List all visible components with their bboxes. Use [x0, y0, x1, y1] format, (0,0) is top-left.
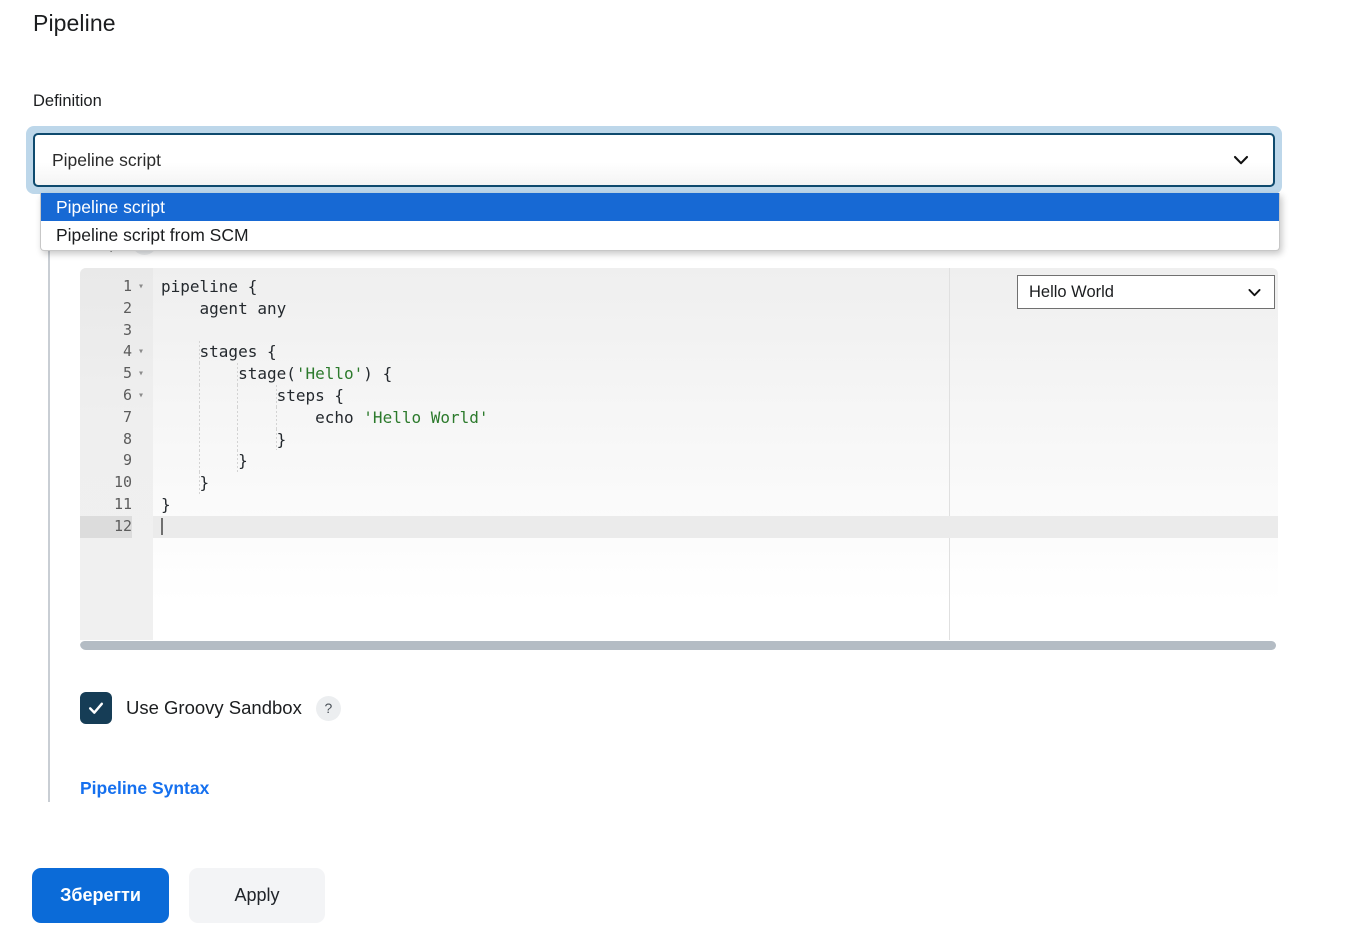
editor-line-number: 10: [113, 473, 132, 492]
groovy-sandbox-row: Use Groovy Sandbox ?: [80, 692, 341, 724]
apply-button[interactable]: Apply: [189, 868, 325, 923]
fold-arrow-icon[interactable]: ▾: [138, 363, 150, 385]
editor-line-number: 12: [80, 515, 132, 538]
definition-select[interactable]: Pipeline script: [33, 133, 1275, 187]
chevron-down-icon: [1231, 150, 1251, 170]
use-groovy-sandbox-label: Use Groovy Sandbox: [126, 697, 302, 718]
text-cursor: [161, 517, 163, 535]
editor-line-number: 8: [122, 429, 132, 448]
editor-active-line-highlight: [153, 515, 1278, 538]
editor-line-text: agent any: [161, 298, 287, 318]
editor-line-text: echo 'Hello World': [161, 407, 489, 427]
definition-select-focus-ring: Pipeline script: [26, 126, 1282, 194]
fold-arrow-icon[interactable]: ▾: [138, 341, 150, 363]
chevron-down-icon: [1246, 284, 1263, 301]
editor-line[interactable]: 8 }: [80, 428, 1278, 451]
editor-line[interactable]: 5 ▾ stage('Hello') {: [80, 363, 1278, 385]
editor-line[interactable]: 7 echo 'Hello World': [80, 406, 1278, 429]
editor-line-text: pipeline {: [161, 277, 258, 296]
script-editor[interactable]: 1 ▾ pipeline { 2 agent any 3 4 ▾ stages { 5 ▾ st…: [80, 268, 1278, 650]
editor-line-text: }: [161, 494, 171, 514]
editor-line-number: 11: [113, 494, 132, 513]
definition-dropdown-list[interactable]: Pipeline script Pipeline script from SCM: [40, 193, 1280, 251]
definition-label: Definition: [33, 92, 102, 110]
editor-horizontal-scrollbar[interactable]: [80, 641, 1276, 650]
section-left-rule: [48, 232, 50, 802]
editor-line-text: }: [161, 451, 248, 471]
editor-line-text: }: [161, 473, 210, 493]
check-icon: [88, 702, 104, 714]
editor-line-number: 1: [122, 277, 132, 295]
editor-line-number: 9: [122, 451, 132, 470]
editor-line[interactable]: 3: [80, 320, 1278, 342]
sample-step-value: Hello World: [1029, 282, 1114, 301]
editor-line-number: 3: [122, 320, 132, 339]
editor-line[interactable]: 6 ▾ steps {: [80, 384, 1278, 407]
editor-line-text: stages {: [161, 342, 277, 362]
editor-line-number: 6: [122, 385, 132, 404]
editor-code-area[interactable]: 1 ▾ pipeline { 2 agent any 3 4 ▾ stages { 5 ▾ st…: [80, 276, 1278, 538]
page-title: Pipeline: [33, 10, 116, 36]
editor-line[interactable]: 10 }: [80, 472, 1278, 494]
editor-line-text: [161, 516, 163, 538]
form-actions: Зберегти Apply: [32, 868, 325, 923]
script-editor-viewport[interactable]: 1 ▾ pipeline { 2 agent any 3 4 ▾ stages { 5 ▾ st…: [80, 268, 1278, 640]
editor-line[interactable]: 12: [80, 515, 1278, 538]
editor-line-number: 5: [122, 364, 132, 383]
editor-line-number: 4: [122, 342, 132, 361]
help-icon[interactable]: ?: [315, 695, 341, 721]
save-button[interactable]: Зберегти: [32, 868, 169, 923]
editor-line-text: stage('Hello') {: [161, 364, 393, 384]
definition-select-value: Pipeline script: [52, 149, 161, 170]
editor-line-text: steps {: [161, 385, 345, 405]
fold-arrow-icon[interactable]: ▾: [138, 385, 150, 407]
editor-line[interactable]: 4 ▾ stages {: [80, 341, 1278, 364]
pipeline-syntax-link[interactable]: Pipeline Syntax: [80, 778, 209, 799]
use-groovy-sandbox-checkbox[interactable]: [80, 692, 112, 724]
dropdown-option-pipeline-script-from-scm[interactable]: Pipeline script from SCM: [41, 221, 1279, 249]
editor-line-number: 7: [122, 407, 132, 426]
editor-line[interactable]: 11}: [80, 494, 1278, 516]
editor-line-text: }: [161, 429, 287, 449]
fold-arrow-icon[interactable]: ▾: [138, 276, 150, 298]
dropdown-option-pipeline-script[interactable]: Pipeline script: [41, 193, 1279, 221]
editor-line-number: 2: [122, 298, 132, 317]
editor-line[interactable]: 9 }: [80, 450, 1278, 473]
sample-step-select[interactable]: Hello World: [1017, 275, 1275, 309]
